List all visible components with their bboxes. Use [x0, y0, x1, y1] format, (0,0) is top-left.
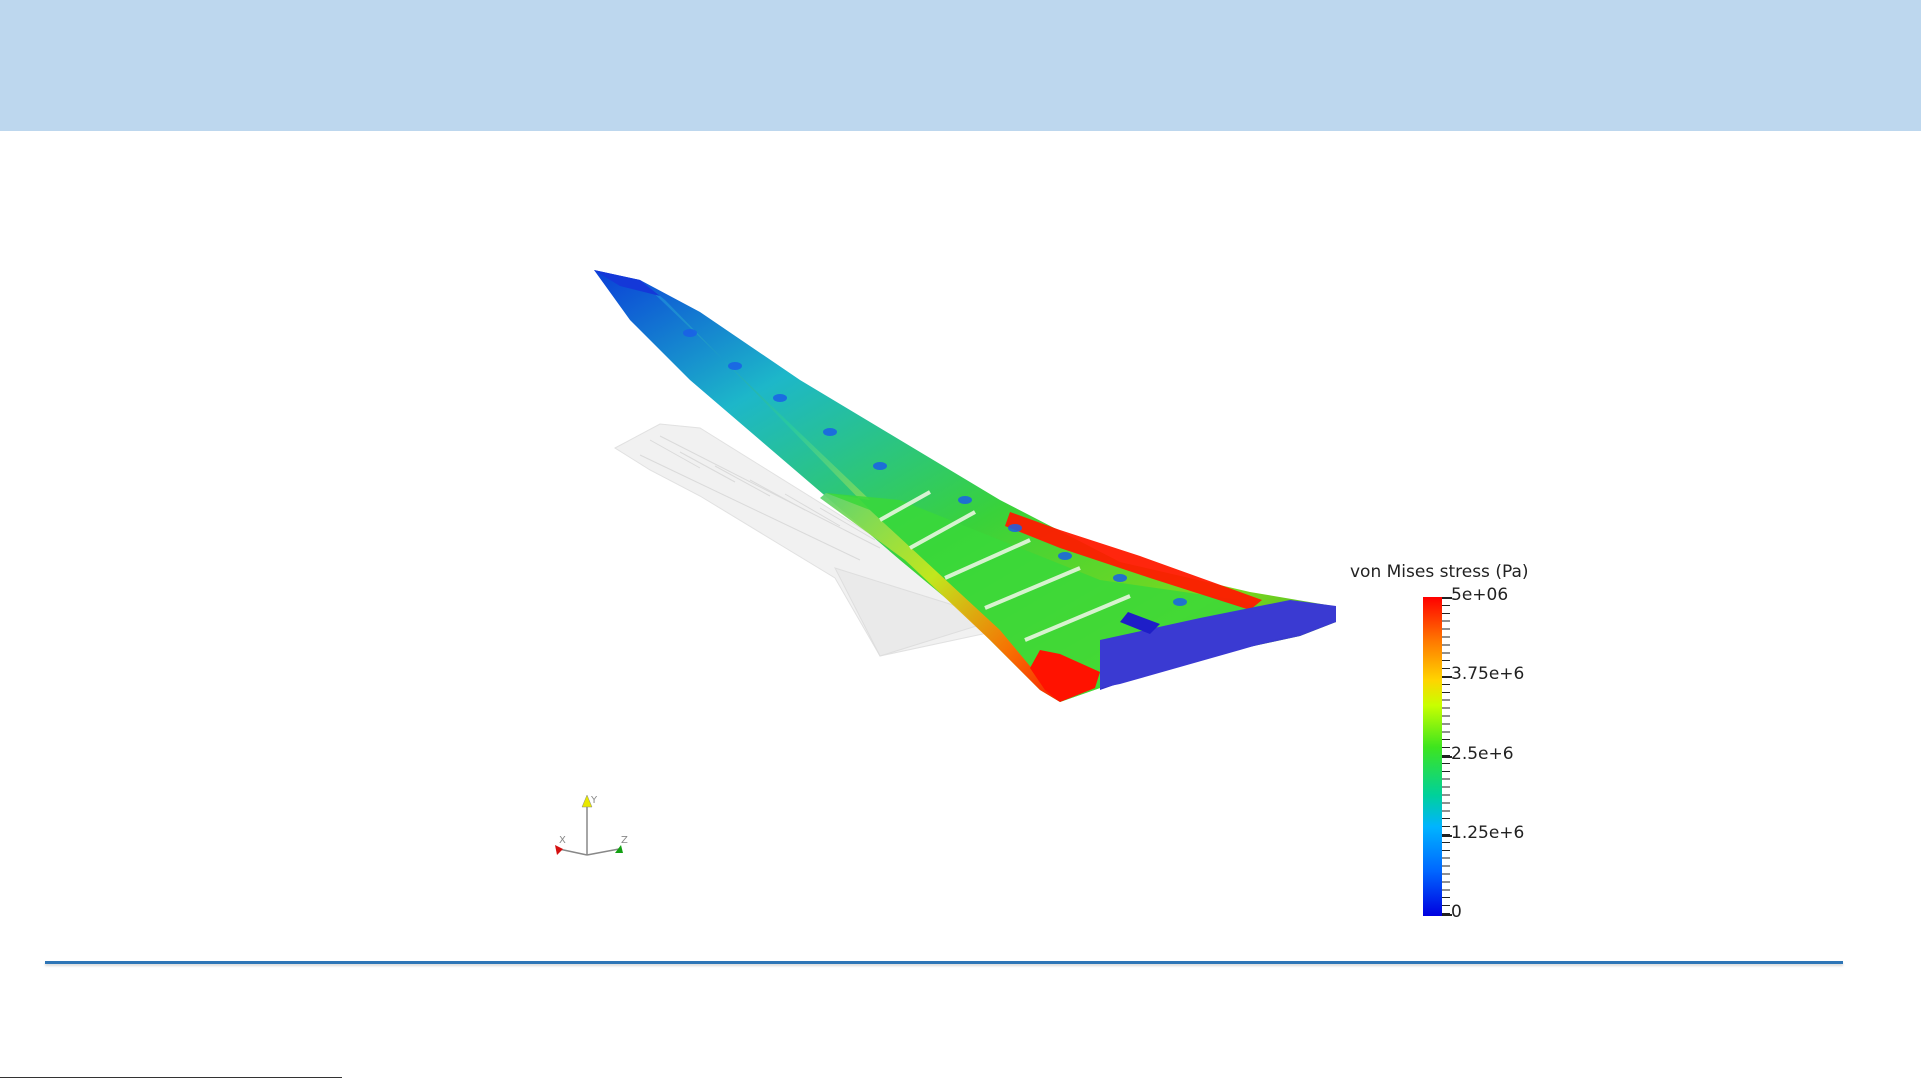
colorbar-tick-label: 0 — [1451, 902, 1462, 922]
footer-divider — [45, 961, 1843, 964]
colorbar-tick-label: 5e+06 — [1451, 585, 1509, 605]
slide: von Mises stress (Pa) 5e+06 3.75e+6 2.5e… — [0, 0, 1921, 1081]
colorbar — [1423, 597, 1442, 916]
wing-stress-render — [594, 270, 1336, 702]
colorbar-title: von Mises stress (Pa) — [1350, 562, 1529, 582]
colorbar-tick-label: 3.75e+6 — [1451, 664, 1525, 684]
colorbar-tick-label: 1.25e+6 — [1451, 823, 1525, 843]
axis-y-label: Y — [590, 795, 598, 806]
colorbar-tick-label: 2.5e+6 — [1451, 744, 1514, 764]
axis-z-label: Z — [621, 835, 628, 846]
orientation-axes-icon: Y X Z — [555, 794, 628, 856]
bottom-rule — [0, 1077, 342, 1078]
axis-x-label: X — [559, 835, 566, 846]
